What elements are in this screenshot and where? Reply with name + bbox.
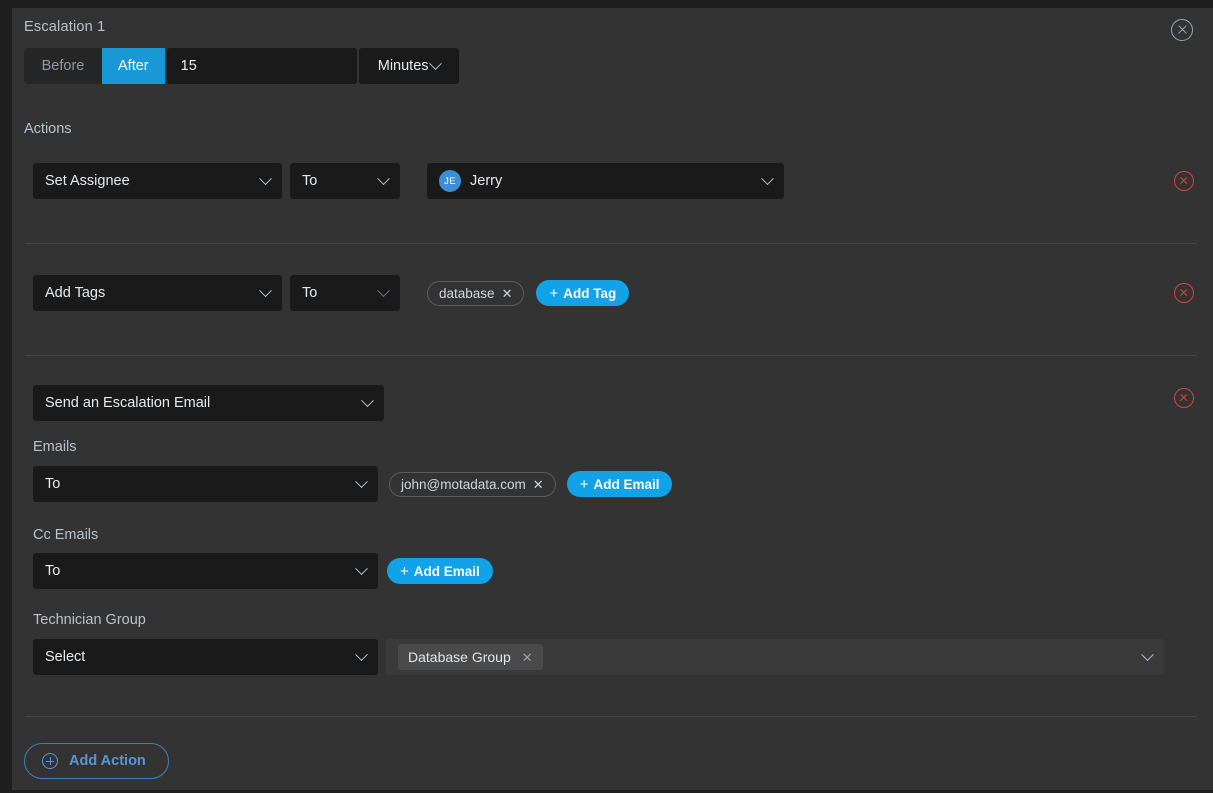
chevron-down-icon bbox=[355, 475, 368, 488]
divider bbox=[25, 716, 1197, 717]
technician-group-label: Technician Group bbox=[33, 612, 146, 628]
technician-group-select[interactable]: Select bbox=[33, 639, 378, 675]
cc-email-chip-group: + Add Email bbox=[387, 558, 493, 584]
technician-group-chip[interactable]: Database Group ✕ bbox=[398, 644, 543, 670]
avatar: JE bbox=[439, 170, 461, 192]
assignee-name: Jerry bbox=[470, 173, 755, 189]
chevron-down-icon bbox=[377, 284, 390, 297]
chevron-down-icon bbox=[1141, 648, 1154, 661]
close-icon[interactable]: ✕ bbox=[522, 651, 533, 664]
email-chip[interactable]: john@motadata.com ✕ bbox=[389, 472, 556, 497]
close-icon[interactable] bbox=[1171, 19, 1193, 41]
chevron-down-icon bbox=[259, 172, 272, 185]
chevron-down-icon bbox=[377, 172, 390, 185]
action-type-label: Add Tags bbox=[45, 285, 253, 301]
cc-emails-label: Cc Emails bbox=[33, 527, 98, 543]
delete-action-button[interactable] bbox=[1174, 283, 1194, 303]
page-title: Escalation 1 bbox=[24, 19, 105, 35]
add-cc-email-label: Add Email bbox=[414, 564, 480, 579]
action-row-add-tags: Add Tags To database ✕ + Add Tag bbox=[12, 265, 1213, 355]
action-row-send-escalation-email: Send an Escalation Email Emails To john@… bbox=[12, 376, 1213, 716]
action-type-label: Set Assignee bbox=[45, 173, 253, 189]
add-tag-label: Add Tag bbox=[563, 286, 616, 301]
divider bbox=[25, 355, 1197, 356]
add-email-label: Add Email bbox=[593, 477, 659, 492]
tag-chip-group: database ✕ + Add Tag bbox=[427, 280, 629, 306]
technician-group-placeholder: Select bbox=[45, 649, 349, 665]
chevron-down-icon bbox=[355, 648, 368, 661]
delete-action-button[interactable] bbox=[1174, 388, 1194, 408]
add-cc-email-button[interactable]: + Add Email bbox=[387, 558, 493, 584]
add-tag-button[interactable]: + Add Tag bbox=[536, 280, 629, 306]
emails-recipient-type-label: To bbox=[45, 476, 349, 492]
escalation-panel: Escalation 1 Before After Minutes Action… bbox=[12, 8, 1213, 790]
action-operator-select[interactable]: To bbox=[290, 275, 400, 311]
divider bbox=[25, 243, 1197, 244]
cc-emails-recipient-type-select[interactable]: To bbox=[33, 553, 378, 589]
action-type-label: Send an Escalation Email bbox=[45, 395, 355, 411]
email-chip-label: john@motadata.com bbox=[401, 477, 526, 492]
action-type-select[interactable]: Set Assignee bbox=[33, 163, 282, 199]
email-chip-group: john@motadata.com ✕ + Add Email bbox=[389, 471, 672, 497]
circle-plus-icon bbox=[42, 753, 58, 769]
chevron-down-icon bbox=[259, 284, 272, 297]
assignee-select[interactable]: JE Jerry bbox=[427, 163, 784, 199]
tag-chip[interactable]: database ✕ bbox=[427, 281, 524, 306]
actions-section-label: Actions bbox=[24, 121, 72, 137]
action-operator-select[interactable]: To bbox=[290, 163, 400, 199]
escalation-timing-row: Before After Minutes bbox=[24, 48, 459, 84]
close-icon[interactable]: ✕ bbox=[502, 287, 513, 300]
action-type-select[interactable]: Add Tags bbox=[33, 275, 282, 311]
add-action-button[interactable]: Add Action bbox=[24, 743, 169, 779]
action-operator-label: To bbox=[302, 173, 371, 189]
plus-icon: + bbox=[580, 477, 589, 492]
chevron-down-icon bbox=[761, 172, 774, 185]
technician-group-chip-label: Database Group bbox=[408, 649, 511, 665]
plus-icon: + bbox=[549, 286, 558, 301]
duration-input[interactable] bbox=[167, 48, 357, 84]
chevron-down-icon bbox=[429, 57, 442, 70]
after-toggle[interactable]: After bbox=[102, 48, 165, 84]
chevron-down-icon bbox=[355, 562, 368, 575]
chevron-down-icon bbox=[361, 394, 374, 407]
action-row-set-assignee: Set Assignee To JE Jerry bbox=[12, 153, 1213, 243]
add-action-label: Add Action bbox=[69, 753, 146, 769]
delete-action-button[interactable] bbox=[1174, 171, 1194, 191]
duration-unit-select[interactable]: Minutes bbox=[359, 48, 459, 84]
before-toggle[interactable]: Before bbox=[24, 48, 102, 84]
technician-group-multiselect[interactable]: Database Group ✕ bbox=[386, 639, 1164, 675]
duration-unit-label: Minutes bbox=[378, 58, 429, 74]
action-operator-label: To bbox=[302, 285, 371, 301]
tag-chip-label: database bbox=[439, 286, 495, 301]
emails-label: Emails bbox=[33, 439, 77, 455]
plus-icon: + bbox=[400, 564, 409, 579]
add-email-button[interactable]: + Add Email bbox=[567, 471, 673, 497]
cc-emails-recipient-type-label: To bbox=[45, 563, 349, 579]
action-type-select[interactable]: Send an Escalation Email bbox=[33, 385, 384, 421]
close-icon[interactable]: ✕ bbox=[533, 478, 544, 491]
emails-recipient-type-select[interactable]: To bbox=[33, 466, 378, 502]
